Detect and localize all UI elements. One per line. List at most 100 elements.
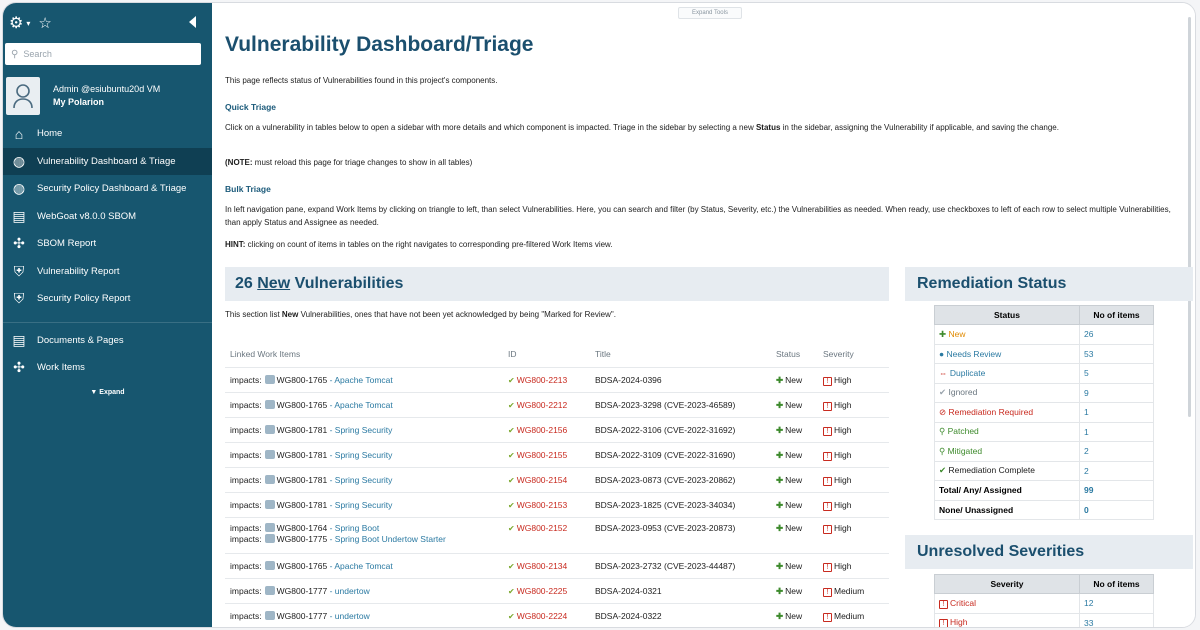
scrollbar[interactable] [1188, 17, 1191, 417]
item-count-link[interactable]: 12 [1079, 593, 1154, 614]
status-cell[interactable]: ● Needs Review [934, 343, 1080, 364]
item-count-link[interactable]: 33 [1079, 612, 1154, 627]
search-input[interactable]: ⚲ Search [5, 43, 201, 65]
status-cell[interactable]: ! Critical [934, 593, 1080, 614]
vulnerability-id[interactable]: WG800-2155 [517, 450, 568, 460]
work-item-link[interactable]: impacts: WG800-1775 - Spring Boot Underto… [230, 534, 446, 545]
status-cell[interactable]: ⚲ Patched [934, 421, 1080, 442]
status-cell[interactable]: ⇔ Duplicate [934, 363, 1080, 384]
status-cell[interactable]: ⊘ Remediation Required [934, 402, 1080, 423]
item-count-link[interactable]: 53 [1079, 343, 1154, 364]
status-cell[interactable]: ! High [934, 612, 1080, 627]
status-cell[interactable]: ⚲ Mitigated [934, 441, 1080, 462]
work-item-id[interactable]: WG800-1765 [277, 375, 328, 385]
status-label[interactable]: Mitigated [948, 446, 983, 456]
work-item-link[interactable]: impacts: WG800-1781 - Spring Security [230, 450, 392, 461]
user-profile[interactable]: Admin @esiubuntu20d VM My Polarion [3, 73, 212, 119]
work-item-id[interactable]: WG800-1764 [277, 523, 328, 533]
table-row[interactable]: impacts: WG800-1765 - Apache Tomcat ✔ WG800… [225, 553, 889, 578]
work-item-link[interactable]: impacts: WG800-1765 - Apache Tomcat [230, 375, 393, 386]
component-name[interactable]: - undertow [330, 611, 370, 621]
sidebar-item-documents-pages[interactable]: ▤ Documents & Pages [3, 327, 212, 355]
status-label[interactable]: Critical [950, 598, 976, 608]
summary-count-link[interactable]: 99 [1079, 480, 1154, 501]
component-name[interactable]: - Spring Security [330, 425, 393, 435]
vulnerability-id-link[interactable]: ✔ WG800-2152 [508, 523, 567, 533]
vulnerability-id-link[interactable]: ✔ WG800-2224 [508, 611, 567, 621]
item-count-link[interactable]: 2 [1079, 441, 1154, 462]
table-row[interactable]: impacts: WG800-1764 - Spring Boot impacts:… [225, 517, 889, 553]
work-item-id[interactable]: WG800-1781 [277, 500, 328, 510]
component-name[interactable]: - Apache Tomcat [330, 561, 393, 571]
work-item-link[interactable]: impacts: WG800-1777 - undertow [230, 611, 370, 622]
status-cell[interactable]: ✔ Remediation Complete [934, 460, 1080, 481]
table-row[interactable]: impacts: WG800-1781 - Spring Security ✔ WG8… [225, 417, 889, 442]
expand-tools-button[interactable]: Expand Tools [678, 7, 742, 19]
vulnerability-id-link[interactable]: ✔ WG800-2212 [508, 400, 567, 410]
table-row[interactable]: impacts: WG800-1777 - undertow ✔ WG800-2224… [225, 603, 889, 627]
work-item-link[interactable]: impacts: WG800-1765 - Apache Tomcat [230, 400, 393, 411]
vulnerability-id[interactable]: WG800-2225 [517, 586, 568, 596]
item-count-link[interactable]: 1 [1079, 421, 1154, 442]
star-icon[interactable]: ☆ [38, 14, 51, 32]
vulnerability-id-link[interactable]: ✔ WG800-2134 [508, 561, 567, 571]
item-count-link[interactable]: 26 [1079, 324, 1154, 345]
status-label[interactable]: High [950, 617, 967, 627]
table-row[interactable]: impacts: WG800-1781 - Spring Security ✔ WG8… [225, 492, 889, 517]
sidebar-item-vulnerability-report[interactable]: ⛨ Vulnerability Report [3, 258, 212, 286]
vulnerability-id-link[interactable]: ✔ WG800-2153 [508, 500, 567, 510]
vulnerability-id[interactable]: WG800-2156 [517, 425, 568, 435]
table-row[interactable]: impacts: WG800-1781 - Spring Security ✔ WG8… [225, 467, 889, 492]
status-cell[interactable]: ✚ New [934, 324, 1080, 345]
vulnerability-id[interactable]: WG800-2213 [517, 375, 568, 385]
work-item-id[interactable]: WG800-1777 [277, 586, 328, 596]
status-label[interactable]: Remediation Complete [948, 465, 1034, 475]
vulnerability-id-link[interactable]: ✔ WG800-2154 [508, 475, 567, 485]
vulnerability-id[interactable]: WG800-2154 [517, 475, 568, 485]
table-row[interactable]: impacts: WG800-1765 - Apache Tomcat ✔ WG800… [225, 392, 889, 417]
work-item-link[interactable]: impacts: WG800-1764 - Spring Boot [230, 523, 446, 534]
vulnerability-id[interactable]: WG800-2134 [517, 561, 568, 571]
component-name[interactable]: - Spring Security [330, 500, 393, 510]
vulnerability-id[interactable]: WG800-2153 [517, 500, 568, 510]
work-item-id[interactable]: WG800-1775 [277, 534, 328, 544]
work-item-id[interactable]: WG800-1777 [277, 611, 328, 621]
summary-count-link[interactable]: 0 [1079, 499, 1154, 520]
sidebar-item-webgoat-v8-0-0-sbom[interactable]: ▤ WebGoat v8.0.0 SBOM [3, 203, 212, 231]
sidebar-item-work-items[interactable]: ✣ Work Items [3, 354, 212, 382]
chevron-down-icon[interactable]: ▾ [26, 19, 30, 28]
my-polarion-link[interactable]: My Polarion [53, 96, 160, 109]
status-label[interactable]: Ignored [948, 387, 977, 397]
expand-link[interactable]: ▼ Expand [3, 389, 212, 396]
status-label[interactable]: Patched [948, 426, 979, 436]
gear-icon[interactable]: ⚙ [9, 13, 23, 33]
component-name[interactable]: - undertow [330, 586, 370, 596]
status-label[interactable]: Duplicate [950, 368, 985, 378]
sidebar-item-sbom-report[interactable]: ✣ SBOM Report [3, 230, 212, 258]
component-name[interactable]: - Spring Boot Undertow Starter [330, 534, 446, 544]
table-row[interactable]: impacts: WG800-1777 - undertow ✔ WG800-2225… [225, 578, 889, 603]
work-item-link[interactable]: impacts: WG800-1765 - Apache Tomcat [230, 561, 393, 572]
status-label[interactable]: Needs Review [947, 349, 1002, 359]
vulnerability-id-link[interactable]: ✔ WG800-2225 [508, 586, 567, 596]
vulnerability-id-link[interactable]: ✔ WG800-2156 [508, 425, 567, 435]
item-count-link[interactable]: 9 [1079, 382, 1154, 403]
work-item-link[interactable]: impacts: WG800-1781 - Spring Security [230, 475, 392, 486]
vulnerability-id-link[interactable]: ✔ WG800-2213 [508, 375, 567, 385]
work-item-id[interactable]: WG800-1781 [277, 425, 328, 435]
table-row[interactable]: impacts: WG800-1765 - Apache Tomcat ✔ WG800… [225, 367, 889, 392]
vulnerability-id-link[interactable]: ✔ WG800-2155 [508, 450, 567, 460]
work-item-id[interactable]: WG800-1765 [277, 561, 328, 571]
item-count-link[interactable]: 5 [1079, 363, 1154, 384]
component-name[interactable]: - Spring Security [330, 475, 393, 485]
vulnerability-id[interactable]: WG800-2152 [517, 523, 568, 533]
work-item-link[interactable]: impacts: WG800-1781 - Spring Security [230, 500, 392, 511]
status-cell[interactable]: ✔ Ignored [934, 382, 1080, 403]
component-name[interactable]: - Apache Tomcat [330, 400, 393, 410]
vulnerability-id[interactable]: WG800-2224 [517, 611, 568, 621]
work-item-id[interactable]: WG800-1765 [277, 400, 328, 410]
status-label[interactable]: New [948, 329, 965, 339]
sidebar-item-security-policy-dashboard-triage[interactable]: ◍ Security Policy Dashboard & Triage [3, 175, 212, 203]
sidebar-item-home[interactable]: ⌂ Home [3, 120, 212, 148]
item-count-link[interactable]: 1 [1079, 402, 1154, 423]
